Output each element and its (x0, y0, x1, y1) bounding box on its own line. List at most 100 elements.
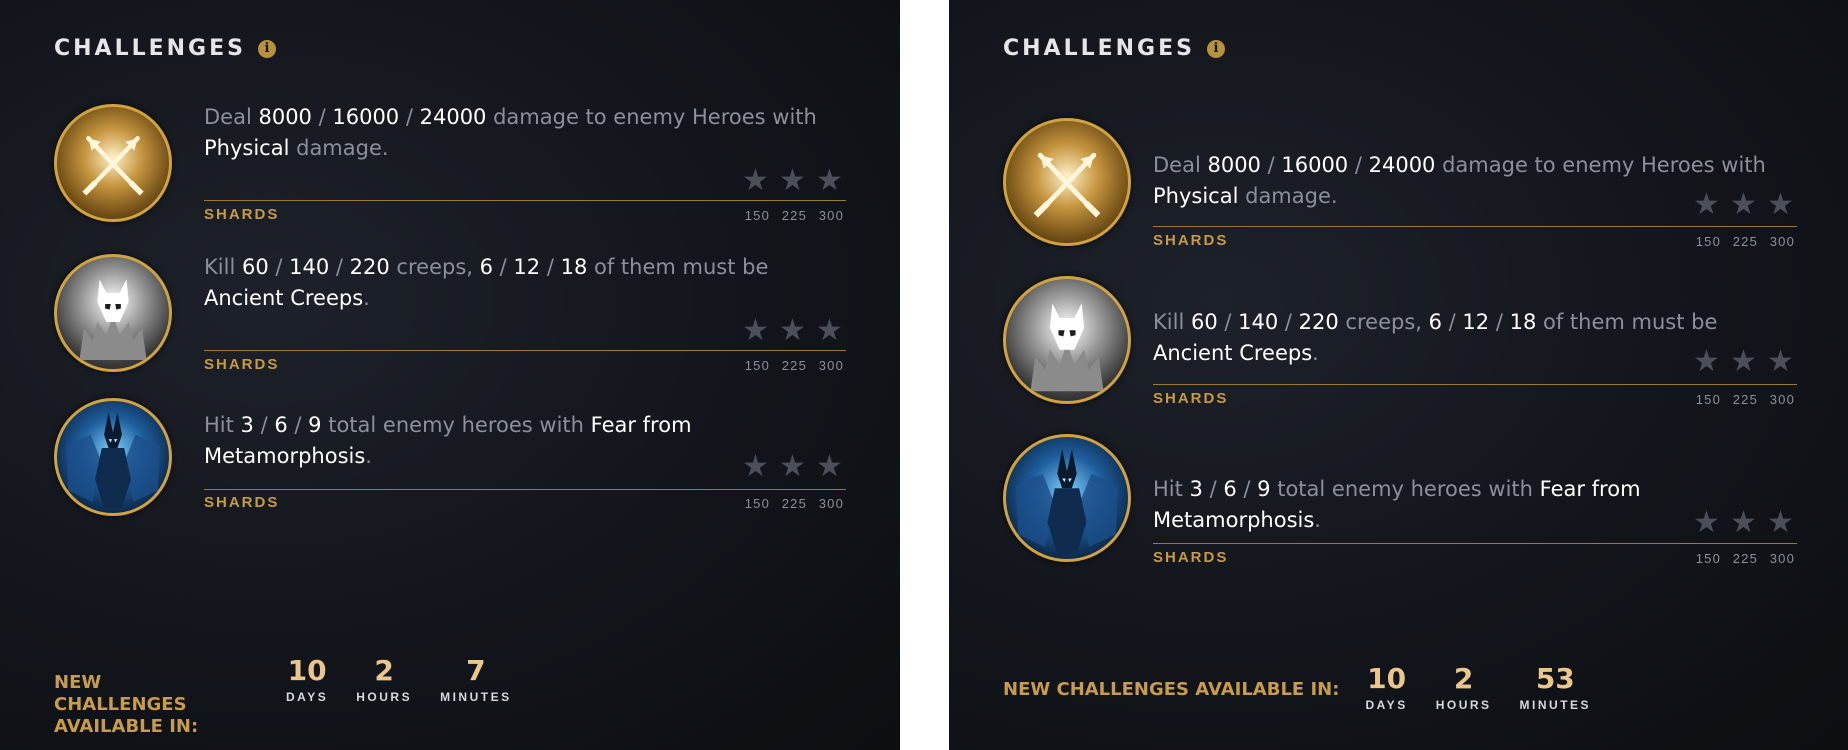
challenge-card[interactable]: Hit 3 / 6 / 9 total enemy heroes with Fe… (54, 398, 846, 528)
challenge-body: Deal 8000 / 16000 / 24000 damage to enem… (204, 102, 846, 232)
description-text: damage. (289, 136, 389, 160)
countdown-label-line: NEW CHALLENGES (54, 672, 187, 715)
tier-rewards: 150 225 300 (743, 208, 844, 223)
description-highlight: 16000 (1281, 153, 1349, 177)
panel-header: CHALLENGES i (1003, 36, 1225, 61)
description-text: total enemy heroes with (1270, 477, 1540, 501)
description-highlight: 8000 (1207, 153, 1261, 177)
ancient-creeps-icon (54, 254, 172, 372)
star-icon: ★ (1693, 188, 1720, 221)
tier-reward-value: 150 (744, 208, 770, 223)
description-text: Hit (1153, 477, 1190, 501)
star-icon: ★ (1693, 506, 1720, 539)
tier-rewards: 150 225 300 (1694, 392, 1795, 407)
description-text: creeps, (389, 255, 480, 279)
description-text: damage. (1238, 184, 1338, 208)
challenge-card[interactable]: Deal 8000 / 16000 / 24000 damage to enem… (1003, 118, 1797, 249)
description-highlight: 60 (1190, 310, 1218, 334)
description-text: / (1489, 310, 1510, 334)
star-icon: ★ (816, 314, 843, 347)
tier-reward-value: 225 (781, 358, 807, 373)
countdown-value: 2 (374, 654, 394, 687)
description-highlight: 3 (1189, 477, 1203, 501)
info-icon[interactable]: i (258, 39, 276, 58)
countdown-value: 7 (466, 654, 486, 687)
info-icon[interactable]: i (1207, 39, 1225, 58)
ancient-creeps-icon (1003, 276, 1131, 404)
countdown-minutes: 7 MINUTES (440, 654, 512, 705)
star-icon: ★ (1730, 345, 1757, 378)
countdown-footer: NEW CHALLENGES AVAILABLE IN: 10 DAYS 2 H… (1003, 662, 1592, 713)
tier-reward-value: 300 (1769, 551, 1795, 566)
tier-rewards: 150 225 300 (1694, 551, 1795, 566)
star-rating: ★ ★ ★ (741, 452, 844, 482)
tier-rewards: 150 225 300 (1694, 234, 1795, 249)
panel-title: CHALLENGES (54, 36, 246, 61)
tier-reward-value: 300 (818, 358, 844, 373)
description-highlight: 6 (274, 413, 288, 437)
star-icon: ★ (779, 450, 806, 483)
description-highlight: 24000 (419, 105, 487, 129)
description-highlight: 8000 (258, 105, 312, 129)
challenge-card[interactable]: Deal 8000 / 16000 / 24000 damage to enem… (54, 102, 846, 232)
countdown-label-line: NEW CHALLENGES AVAILABLE IN: (1003, 679, 1340, 700)
description-text: damage to enemy Heroes with (1435, 153, 1766, 177)
description-highlight: 6 (479, 255, 493, 279)
physical-damage-icon (1003, 118, 1131, 246)
description-highlight: 12 (513, 255, 541, 279)
progress-divider (1153, 226, 1797, 227)
star-icon: ★ (742, 164, 769, 197)
tier-rewards: 150 225 300 (743, 496, 844, 511)
description-highlight: 220 (349, 255, 390, 279)
challenge-card[interactable]: Kill 60 / 140 / 220 creeps, 6 / 12 / 18 … (54, 252, 846, 382)
star-icon: ★ (1767, 506, 1794, 539)
countdown-days: 10 DAYS (1365, 662, 1408, 713)
challenge-body: Hit 3 / 6 / 9 total enemy heroes with Fe… (204, 398, 846, 528)
countdown-days: 10 DAYS (286, 656, 328, 705)
challenge-description: Deal 8000 / 16000 / 24000 damage to enem… (204, 102, 844, 164)
description-text: damage to enemy Heroes with (486, 105, 817, 129)
challenge-card[interactable]: Kill 60 / 140 / 220 creeps, 6 / 12 / 18 … (1003, 276, 1797, 407)
reward-label: SHARDS (204, 494, 280, 511)
description-text: / (311, 105, 333, 129)
description-text: Hit (204, 413, 241, 437)
description-highlight: 220 (1298, 310, 1339, 334)
description-highlight: Physical (204, 136, 290, 160)
progress-divider (204, 350, 846, 351)
challenge-body: Kill 60 / 140 / 220 creeps, 6 / 12 / 18 … (1153, 307, 1797, 437)
countdown-unit: HOURS (1435, 698, 1492, 712)
tier-reward-value: 300 (818, 496, 844, 511)
description-highlight: Physical (1153, 184, 1239, 208)
description-text: / (329, 255, 350, 279)
countdown-minutes: 53 MINUTES (1520, 664, 1592, 713)
description-text: / (1441, 310, 1463, 334)
metamorphosis-hero-icon (1003, 434, 1131, 562)
countdown-value: 10 (1367, 662, 1407, 695)
description-text: Deal (1153, 153, 1208, 177)
progress-divider (204, 489, 846, 490)
challenge-card[interactable]: Hit 3 / 6 / 9 total enemy heroes with Fe… (1003, 434, 1797, 566)
challenge-body: Kill 60 / 140 / 220 creeps, 6 / 12 / 18 … (204, 252, 846, 382)
tier-rewards: 150 225 300 (743, 358, 844, 373)
countdown-unit: HOURS (356, 690, 413, 704)
countdown-unit: DAYS (1365, 698, 1408, 712)
reward-label: SHARDS (1153, 232, 1229, 249)
countdown-footer: NEW CHALLENGES AVAILABLE IN: 10 DAYS 2 H… (54, 656, 512, 738)
description-highlight: 140 (289, 255, 330, 279)
description-text: of them must be (587, 255, 769, 279)
panel-header: CHALLENGES i (54, 36, 276, 61)
tier-reward-value: 300 (1769, 392, 1795, 407)
description-text: Deal (204, 105, 259, 129)
description-text: / (1348, 153, 1369, 177)
description-text: / (1217, 310, 1239, 334)
description-highlight: 60 (241, 255, 269, 279)
description-highlight: 12 (1462, 310, 1490, 334)
reward-label: SHARDS (204, 356, 280, 373)
description-text: / (492, 255, 514, 279)
description-text: creeps, (1338, 310, 1429, 334)
description-highlight: 24000 (1368, 153, 1436, 177)
description-text: / (1236, 477, 1258, 501)
description-text: / (268, 255, 290, 279)
countdown-unit: MINUTES (440, 690, 512, 704)
tier-reward-value: 225 (1732, 392, 1758, 407)
